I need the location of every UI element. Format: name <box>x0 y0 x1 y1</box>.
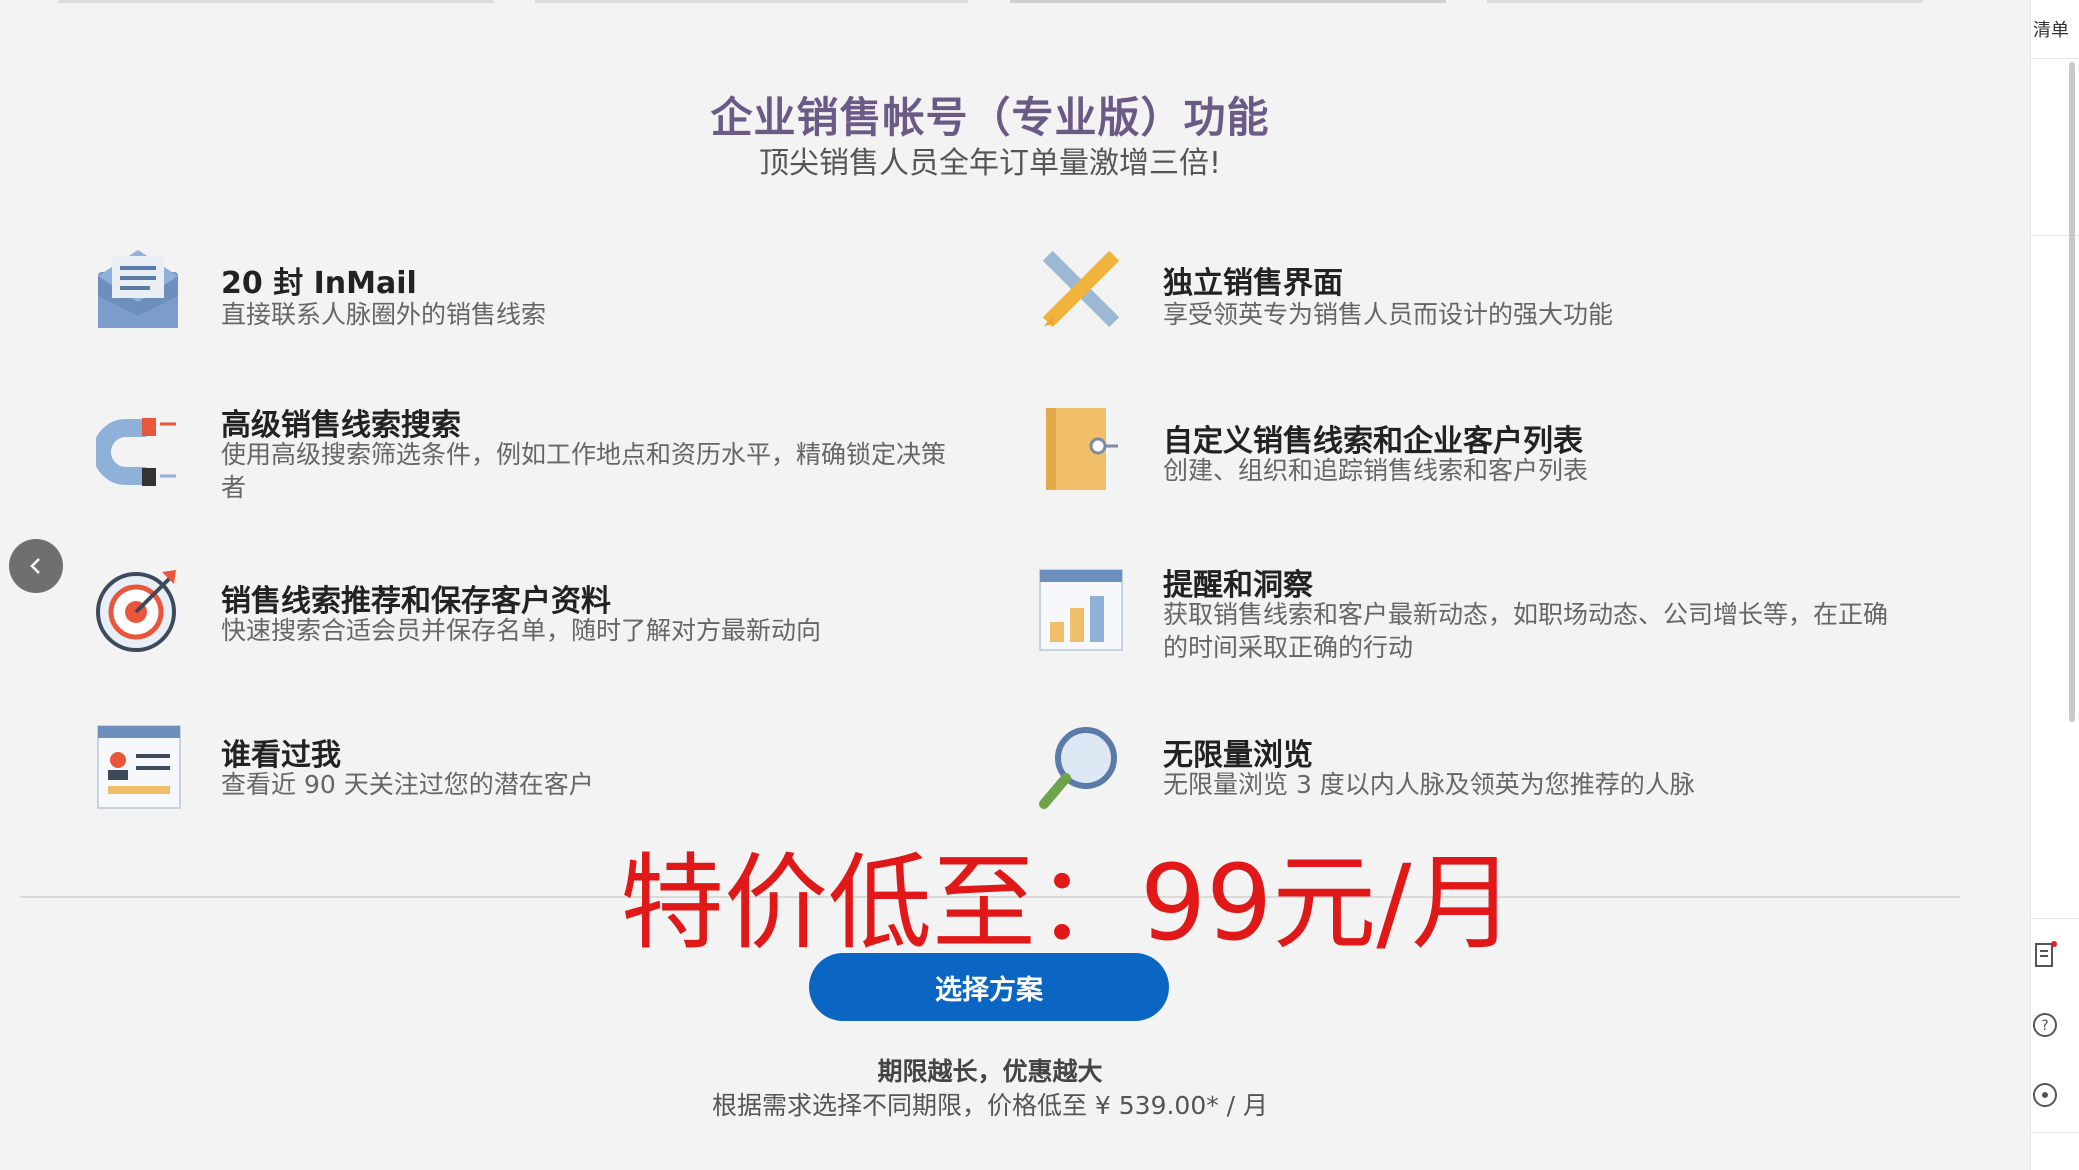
feature-inmail: 20 封 InMail 直接联系人脉圈外的销售线索 <box>96 246 956 356</box>
page-subtitle: 顶尖销售人员全年订单量激增三倍! <box>758 146 1222 181</box>
feedback-icon[interactable] <box>2030 1080 2060 1110</box>
divider <box>2031 1132 2079 1133</box>
plan-tab[interactable] <box>1010 0 1446 3</box>
carousel-prev-button[interactable] <box>9 539 63 593</box>
feature-custom-lists: 自定义销售线索和企业客户列表 创建、组织和追踪销售线索和客户列表 <box>1038 400 1918 510</box>
choose-plan-button[interactable]: 选择方案 <box>809 953 1169 1021</box>
document-icon[interactable] <box>2030 940 2060 970</box>
list-label[interactable]: 清单 <box>2033 16 2069 42</box>
help-icon[interactable]: ? <box>2030 1010 2060 1040</box>
divider <box>2031 918 2079 919</box>
feature-lead-recommendations: 销售线索推荐和保存客户资料 快速搜索合适会员并保存名单，随时了解对方最新动向 <box>96 568 956 678</box>
plan-tabs <box>0 0 2030 4</box>
scrollbar-thumb[interactable] <box>2069 62 2075 722</box>
feature-advanced-search: 高级销售线索搜索 使用高级搜索筛选条件，例如工作地点和资历水平，精确锁定决策者 <box>93 400 956 510</box>
feature-description: 享受领英专为销售人员而设计的强大功能 <box>1163 300 1614 329</box>
magnifier-icon <box>1038 724 1124 810</box>
notebook-icon <box>1038 406 1124 492</box>
divider <box>2031 58 2079 59</box>
feature-sales-interface: 独立销售界面 享受领英专为销售人员而设计的强大功能 <box>1038 246 1918 356</box>
magnet-icon <box>93 412 182 498</box>
feature-title: 20 封 InMail <box>221 266 417 301</box>
bar-chart-icon <box>1038 568 1124 654</box>
plan-tab[interactable] <box>1487 0 1923 3</box>
pencil-ruler-icon <box>1038 246 1124 332</box>
chevron-left-icon <box>30 558 40 574</box>
feature-description: 直接联系人脉圈外的销售线索 <box>221 300 547 329</box>
svg-text:?: ? <box>2041 1018 2048 1034</box>
term-headline: 期限越长，优惠越大 <box>877 1057 1103 1086</box>
feature-description: 创建、组织和追踪销售线索和客户列表 <box>1163 456 1589 485</box>
target-icon <box>96 568 182 654</box>
promo-price-banner: 特价低至：99元/月 <box>620 842 1516 964</box>
profile-card-icon <box>96 724 182 810</box>
feature-description: 使用高级搜索筛选条件，例如工作地点和资历水平，精确锁定决策者 <box>221 440 947 502</box>
feature-description: 查看近 90 天关注过您的潜在客户 <box>221 770 594 799</box>
feature-title: 独立销售界面 <box>1163 266 1343 301</box>
feature-description: 无限量浏览 3 度以内人脉及领英为您推荐的人脉 <box>1163 770 1695 799</box>
envelope-icon <box>96 246 182 332</box>
plan-tab[interactable] <box>535 0 968 3</box>
term-price-detail: 根据需求选择不同期限，价格低至 ¥ 539.00* / 月 <box>711 1091 1269 1120</box>
feature-description: 获取销售线索和客户最新动态，如职场动态、公司增长等，在正确的时间采取正确的行动 <box>1163 600 1889 662</box>
page-title: 企业销售帐号（专业版）功能 <box>710 93 1270 142</box>
plan-tab[interactable] <box>58 0 494 3</box>
feature-description: 快速搜索合适会员并保存名单，随时了解对方最新动向 <box>221 616 822 645</box>
feature-alerts-insights: 提醒和洞察 获取销售线索和客户最新动态，如职场动态、公司增长等，在正确的时间采取… <box>1038 560 1918 680</box>
